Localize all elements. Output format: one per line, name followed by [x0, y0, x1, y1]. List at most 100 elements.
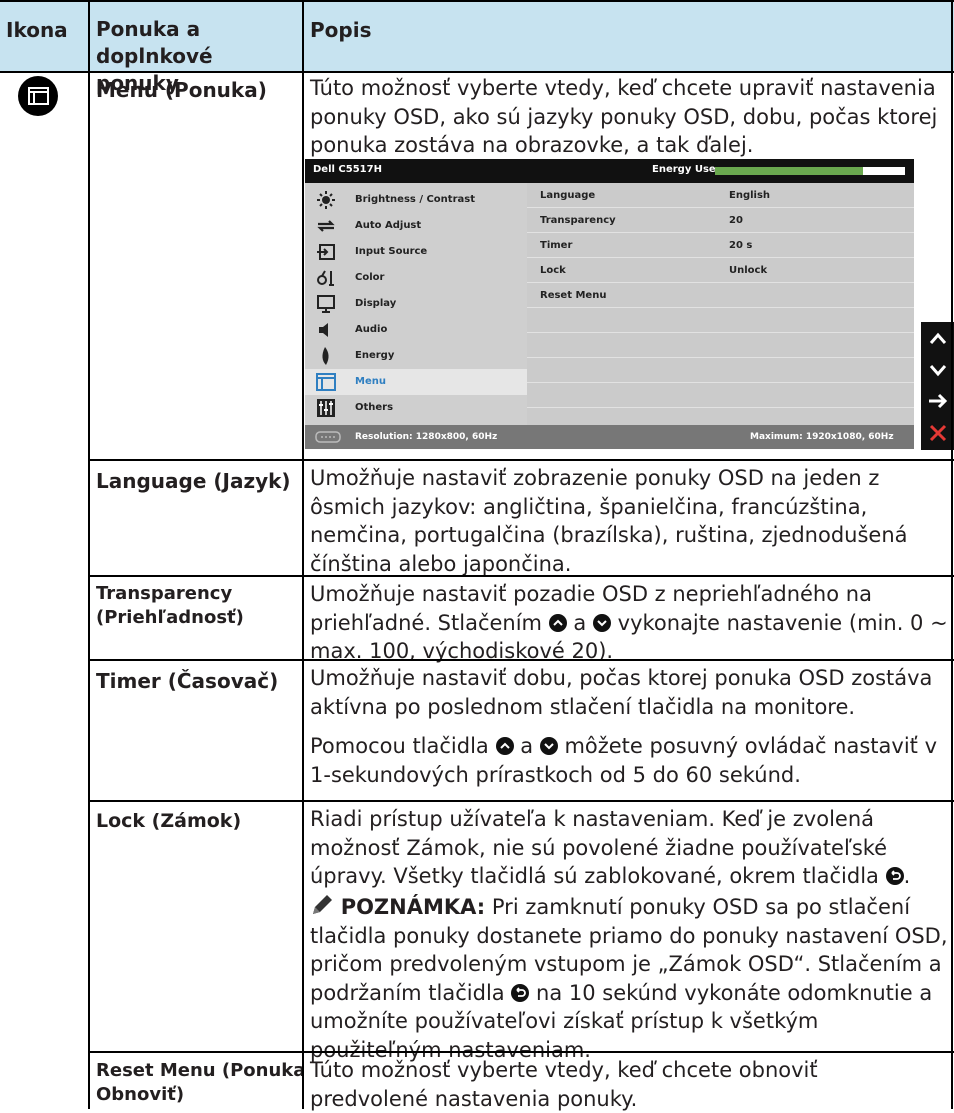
table-border: [88, 575, 954, 577]
osd-sidebar-item-energy[interactable]: Energy: [305, 343, 527, 369]
transparency-row-description: Umožňuje nastaviť pozadie OSD z nepriehľ…: [310, 580, 950, 666]
audio-icon: [319, 323, 328, 337]
osd-setting-language[interactable]: Language English: [527, 183, 914, 208]
enter-arrow-icon[interactable]: [925, 388, 951, 414]
osd-sidebar-label: Input Source: [355, 246, 428, 257]
lock-note: POZNÁMKA: Pri zamknutí ponuky OSD sa po …: [310, 893, 950, 1064]
close-icon[interactable]: [925, 420, 951, 446]
menu-row-description: Túto možnosť vyberte vtedy, keď chcete u…: [310, 76, 938, 157]
osd-sidebar-item-brightness[interactable]: Brightness / Contrast: [305, 187, 527, 213]
osd-navigation-buttons: [921, 322, 954, 450]
note-label: POZNÁMKA:: [340, 895, 486, 919]
osd-sidebar-item-menu[interactable]: Menu: [305, 369, 527, 395]
timer-row-label: Timer (Časovač): [96, 669, 279, 693]
osd-setting-reset-menu[interactable]: Reset Menu: [527, 283, 914, 308]
osd-sidebar-item-audio[interactable]: Audio: [305, 317, 527, 343]
osd-setting-transparency[interactable]: Transparency 20: [527, 208, 914, 233]
menu-row-icon: [18, 76, 58, 116]
header-icon: Ikona: [6, 18, 68, 42]
table-border: [88, 459, 954, 461]
osd-panel: Language English Transparency 20 Timer 20 s…: [527, 183, 914, 425]
osd-sidebar-label: Audio: [355, 324, 388, 335]
menu-icon: [316, 373, 336, 391]
table-border: [0, 71, 954, 73]
timer-row-description: Umožňuje nastaviť dobu, počas ktorej pon…: [310, 666, 933, 719]
osd-resolution: Resolution: 1280x800, 60Hz: [355, 432, 498, 442]
table-border: [88, 659, 954, 661]
osd-sidebar-label: Menu: [355, 376, 386, 387]
input-source-icon: [317, 244, 335, 260]
transparency-row-label: Transparency (Priehľadnosť): [96, 583, 244, 628]
osd-empty-row: [527, 308, 914, 333]
menu-icon: [28, 87, 49, 105]
display-icon: [317, 295, 335, 313]
osd-setting-key: Language: [540, 190, 596, 201]
transparency-text-b: a: [573, 610, 587, 635]
osd-sidebar-label: Brightness / Contrast: [355, 194, 475, 205]
brightness-icon: [317, 191, 335, 209]
osd-setting-value: 20 s: [729, 240, 753, 251]
lock-row-label: Lock (Zámok): [96, 810, 242, 832]
osd-sidebar-label: Color: [355, 272, 385, 283]
osd-setting-timer[interactable]: Timer 20 s: [527, 233, 914, 258]
auto-adjust-icon: [317, 220, 335, 232]
up-arrow-icon[interactable]: [925, 326, 951, 352]
down-button-icon: [592, 613, 611, 632]
osd-setting-key: Timer: [540, 240, 573, 251]
lock-row-description: Riadi prístup užívateľa k nastaveniam. K…: [310, 807, 911, 888]
osd-setting-key: Transparency: [540, 215, 616, 226]
connector-icon: [315, 431, 341, 443]
timer-text-a: Pomocou tlačidla: [310, 734, 489, 758]
down-button-icon: [539, 737, 558, 755]
energy-icon: [322, 347, 329, 365]
osd-sidebar-label: Display: [355, 298, 397, 309]
osd-setting-value: 20: [729, 215, 743, 226]
osd-empty-row: [527, 383, 914, 408]
color-icon: [317, 270, 334, 286]
energy-meter: [715, 167, 905, 175]
osd-sidebar-item-display[interactable]: Display: [305, 291, 527, 317]
energy-meter-fill: [715, 167, 864, 175]
note-pencil-icon: [310, 893, 334, 917]
osd-sidebar-item-color[interactable]: Color: [305, 265, 527, 291]
others-icon: [317, 399, 335, 417]
reset-menu-row-description: Túto možnosť vyberte vtedy, keď chcete o…: [310, 1058, 818, 1111]
energy-use-label: Energy Use: [652, 164, 716, 175]
back-button-icon: [511, 983, 530, 1002]
language-row-label: Language (Jazyk): [96, 469, 291, 493]
osd-setting-value: English: [729, 190, 771, 201]
osd-sidebar-item-input-source[interactable]: Input Source: [305, 239, 527, 265]
table-border: [0, 0, 954, 2]
osd-sidebar-label: Energy: [355, 350, 395, 361]
table-border: [88, 1051, 954, 1053]
osd-setting-value: Unlock: [729, 265, 768, 276]
up-button-icon: [495, 737, 514, 755]
osd-title: Dell C5517H: [313, 164, 382, 175]
table-border: [88, 0, 90, 1109]
osd-sidebar: Brightness / Contrast Auto Adjust Input …: [305, 183, 527, 425]
reset-menu-row-label: Reset Menu (Ponuka Obnoviť): [96, 1060, 306, 1105]
lock-text: Riadi prístup užívateľa k nastaveniam. K…: [310, 807, 888, 888]
menu-row-label: Menu (Ponuka): [96, 78, 267, 102]
up-button-icon: [548, 613, 567, 632]
osd-titlebar: Dell C5517H Energy Use: [305, 159, 914, 183]
back-button-icon: [885, 867, 904, 885]
osd-setting-key: Lock: [540, 265, 566, 276]
osd-empty-row: [527, 358, 914, 383]
osd-sidebar-item-others[interactable]: Others: [305, 395, 527, 421]
osd-sidebar-item-auto-adjust[interactable]: Auto Adjust: [305, 213, 527, 239]
osd-sidebar-label: Others: [355, 402, 394, 413]
header-description: Popis: [310, 18, 372, 42]
osd-screenshot: Dell C5517H Energy Use Brightness / Cont…: [305, 159, 914, 449]
table-border: [302, 0, 304, 1109]
table-border: [951, 0, 953, 1109]
table-border: [88, 800, 954, 802]
language-row-description: Umožňuje nastaviť zobrazenie ponuky OSD …: [310, 466, 908, 576]
down-arrow-icon[interactable]: [925, 357, 951, 383]
osd-statusbar: Resolution: 1280x800, 60Hz Maximum: 1920…: [305, 425, 914, 449]
osd-sidebar-label: Auto Adjust: [355, 220, 422, 231]
osd-setting-key: Reset Menu: [540, 290, 607, 301]
osd-max-resolution: Maximum: 1920x1080, 60Hz: [750, 432, 894, 442]
osd-empty-row: [527, 333, 914, 358]
osd-setting-lock[interactable]: Lock Unlock: [527, 258, 914, 283]
